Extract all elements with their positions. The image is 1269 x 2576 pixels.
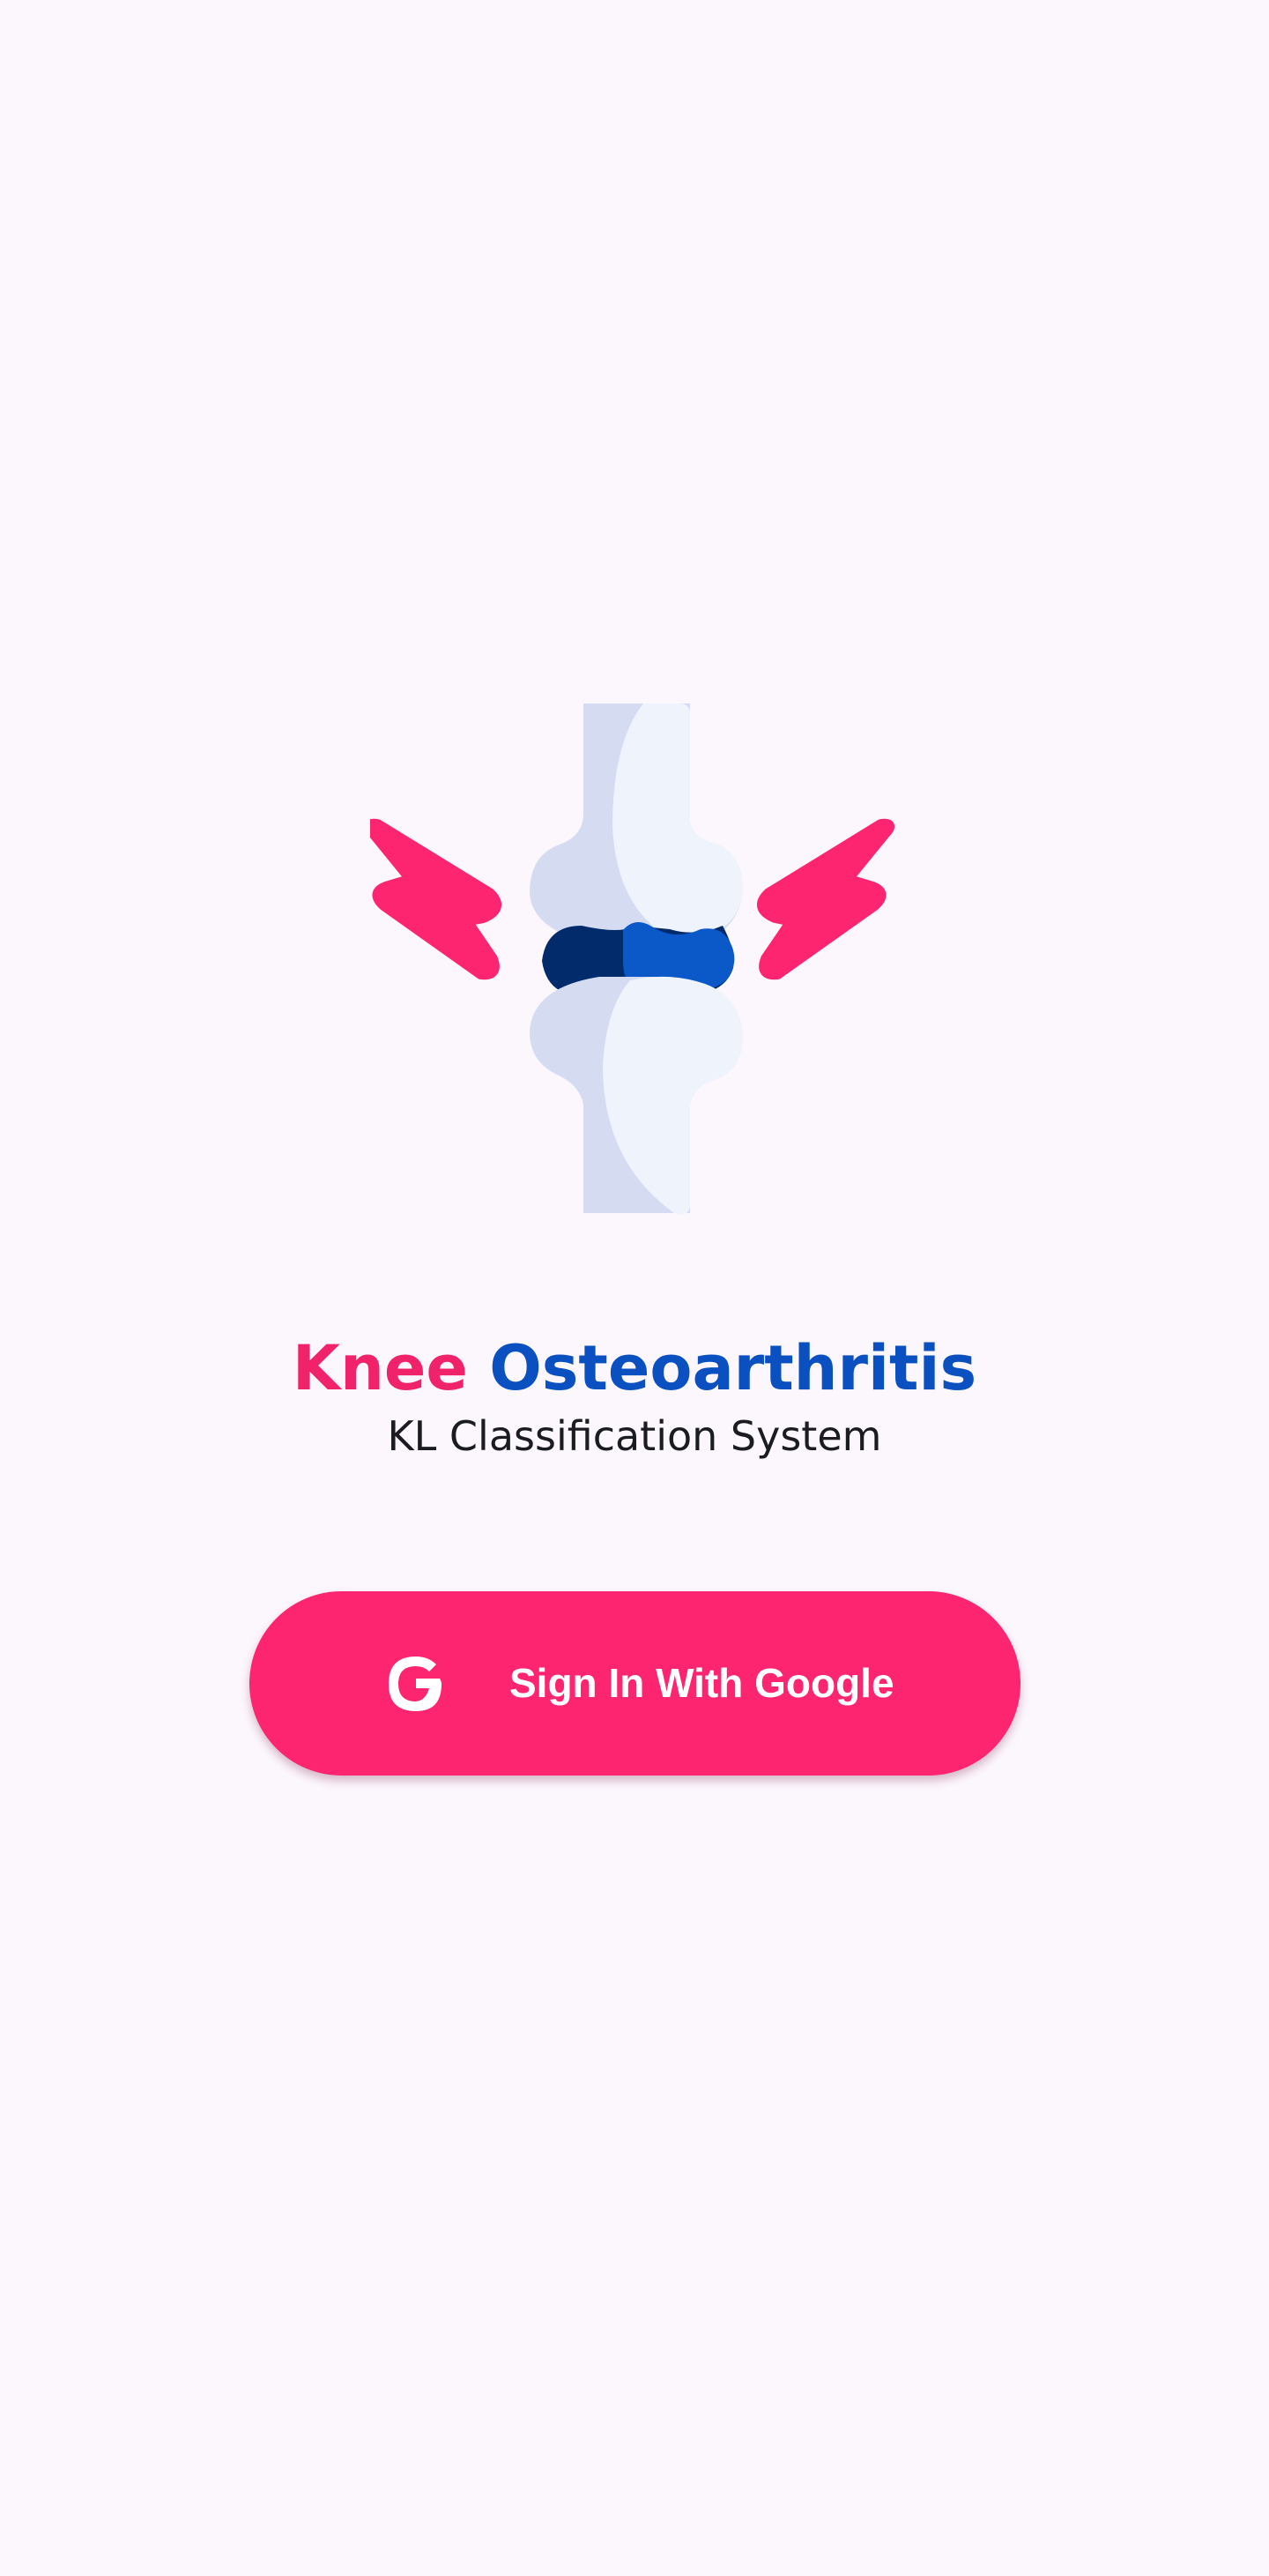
app-title: Knee Osteoarthritis xyxy=(0,1324,1269,1412)
app-subtitle: KL Classification System xyxy=(387,1412,882,1460)
sign-in-button-label: Sign In With Google xyxy=(509,1660,894,1706)
app-title-word-osteoarthritis: Osteoarthritis xyxy=(489,1332,977,1404)
left-lightning-icon xyxy=(370,818,501,980)
upper-bone-icon xyxy=(530,704,743,948)
right-lightning-icon xyxy=(757,818,895,980)
knee-joint-logo-icon xyxy=(370,704,899,1219)
app-title-word-knee: Knee xyxy=(292,1332,468,1404)
lower-bone-icon xyxy=(530,976,743,1215)
sign-in-with-google-button[interactable]: Sign In With Google xyxy=(249,1591,1020,1776)
google-g-icon xyxy=(383,1651,449,1716)
